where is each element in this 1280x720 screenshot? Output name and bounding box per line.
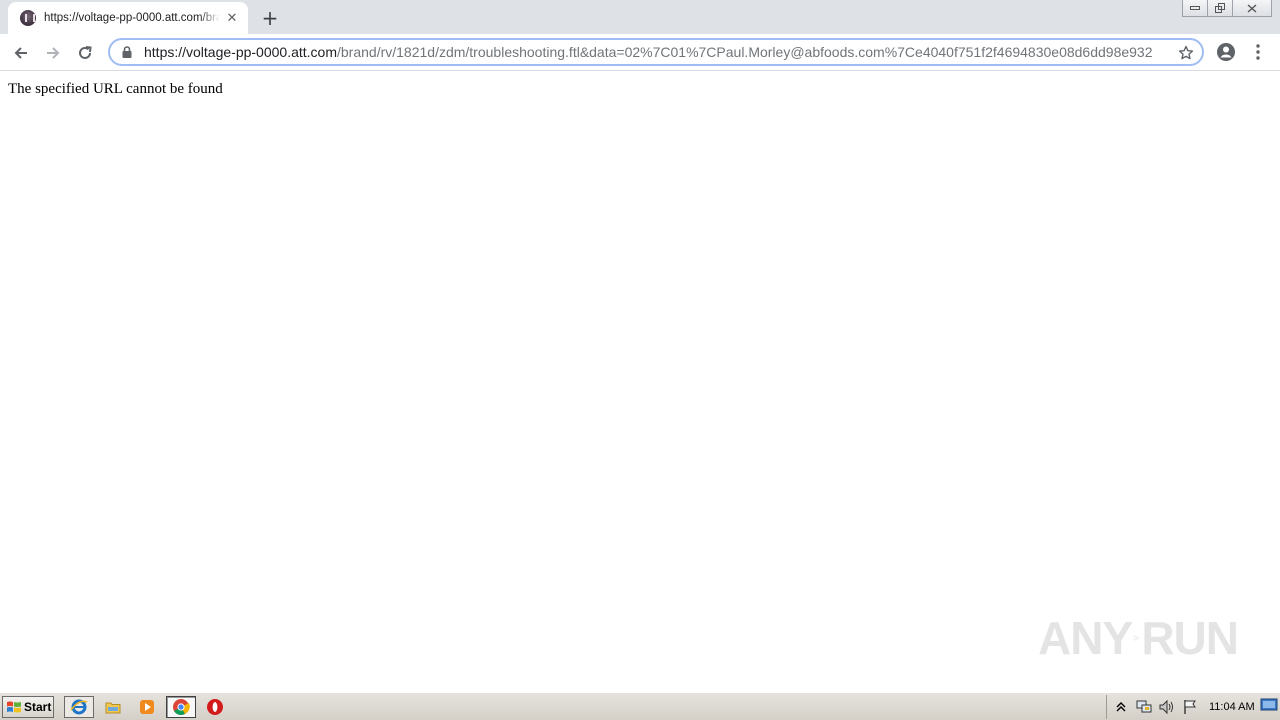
back-button[interactable] [8,40,34,66]
chrome-icon [173,699,190,715]
taskbar: Start 11:04 AM [0,692,1280,720]
address-bar[interactable]: https://voltage-pp-0000.att.com/brand/rv… [108,38,1204,66]
show-hidden-icons-button[interactable] [1112,698,1130,716]
start-label: Start [24,700,52,714]
browser-tab[interactable]: https://voltage-pp-0000.att.com/brand/rv… [8,2,248,34]
error-message: The specified URL cannot be found [8,81,223,97]
url-host: https://voltage-pp-0000.att.com [144,44,337,60]
watermark-right-text: RUN [1141,612,1239,664]
internet-explorer-icon [70,699,88,715]
star-icon[interactable] [1178,45,1194,61]
play-logo-icon [1134,635,1140,641]
window-close-icon [1247,3,1257,13]
url-path: /brand/rv/1821d/zdm/troubleshooting.ftl&… [337,44,1153,60]
opera-icon [207,699,223,715]
page-viewport: The specified URL cannot be found ANY RU… [0,72,1280,692]
system-tray: 11:04 AM [1106,695,1280,719]
taskbar-internet-explorer[interactable] [64,696,94,718]
taskbar-file-explorer[interactable] [98,696,128,718]
anyrun-watermark: ANY RUN [1038,608,1239,668]
taskbar-opera[interactable] [200,696,230,718]
new-tab-button[interactable]: + [258,6,282,30]
taskbar-media-player[interactable] [132,696,162,718]
window-controls [1182,0,1272,18]
minimize-button[interactable] [1182,0,1208,17]
file-explorer-icon [105,702,121,714]
show-desktop-icon[interactable] [1260,696,1278,714]
reload-icon [79,46,92,59]
tray-volume[interactable] [1158,698,1176,716]
back-arrow-icon [14,47,27,59]
profile-icon[interactable] [1216,42,1236,62]
taskbar-clock[interactable]: 11:04 AM [1209,701,1255,713]
tab-close-icon[interactable]: ✕ [224,10,240,26]
chevron-up-icon [1116,702,1126,712]
network-icon [1136,700,1152,713]
tab-title: https://voltage-pp-0000.att.com/brand/rv… [44,12,220,24]
windows-logo-icon [7,701,21,713]
media-player-icon [140,700,154,714]
flag-icon [1184,700,1196,714]
tray-network[interactable] [1135,698,1153,716]
restore-icon [1214,3,1225,13]
site-favicon-icon [20,10,36,26]
reload-button[interactable] [72,40,98,66]
restore-button[interactable] [1207,0,1233,17]
speaker-icon [1159,699,1173,715]
window-close-button[interactable] [1232,0,1272,17]
watermark-left-text: ANY [1038,612,1133,664]
forward-button[interactable] [40,40,66,66]
forward-arrow-icon [47,47,60,59]
tray-action-center[interactable] [1181,698,1199,716]
taskbar-chrome[interactable] [166,696,196,718]
menu-icon[interactable] [1250,42,1266,62]
lock-icon[interactable] [120,45,134,59]
start-button[interactable]: Start [2,696,54,718]
tab-strip: https://voltage-pp-0000.att.com/brand/rv… [0,0,1280,34]
minimize-icon [1190,6,1200,10]
url-text[interactable]: https://voltage-pp-0000.att.com/brand/rv… [144,44,1164,60]
browser-toolbar: https://voltage-pp-0000.att.com/brand/rv… [0,34,1280,71]
